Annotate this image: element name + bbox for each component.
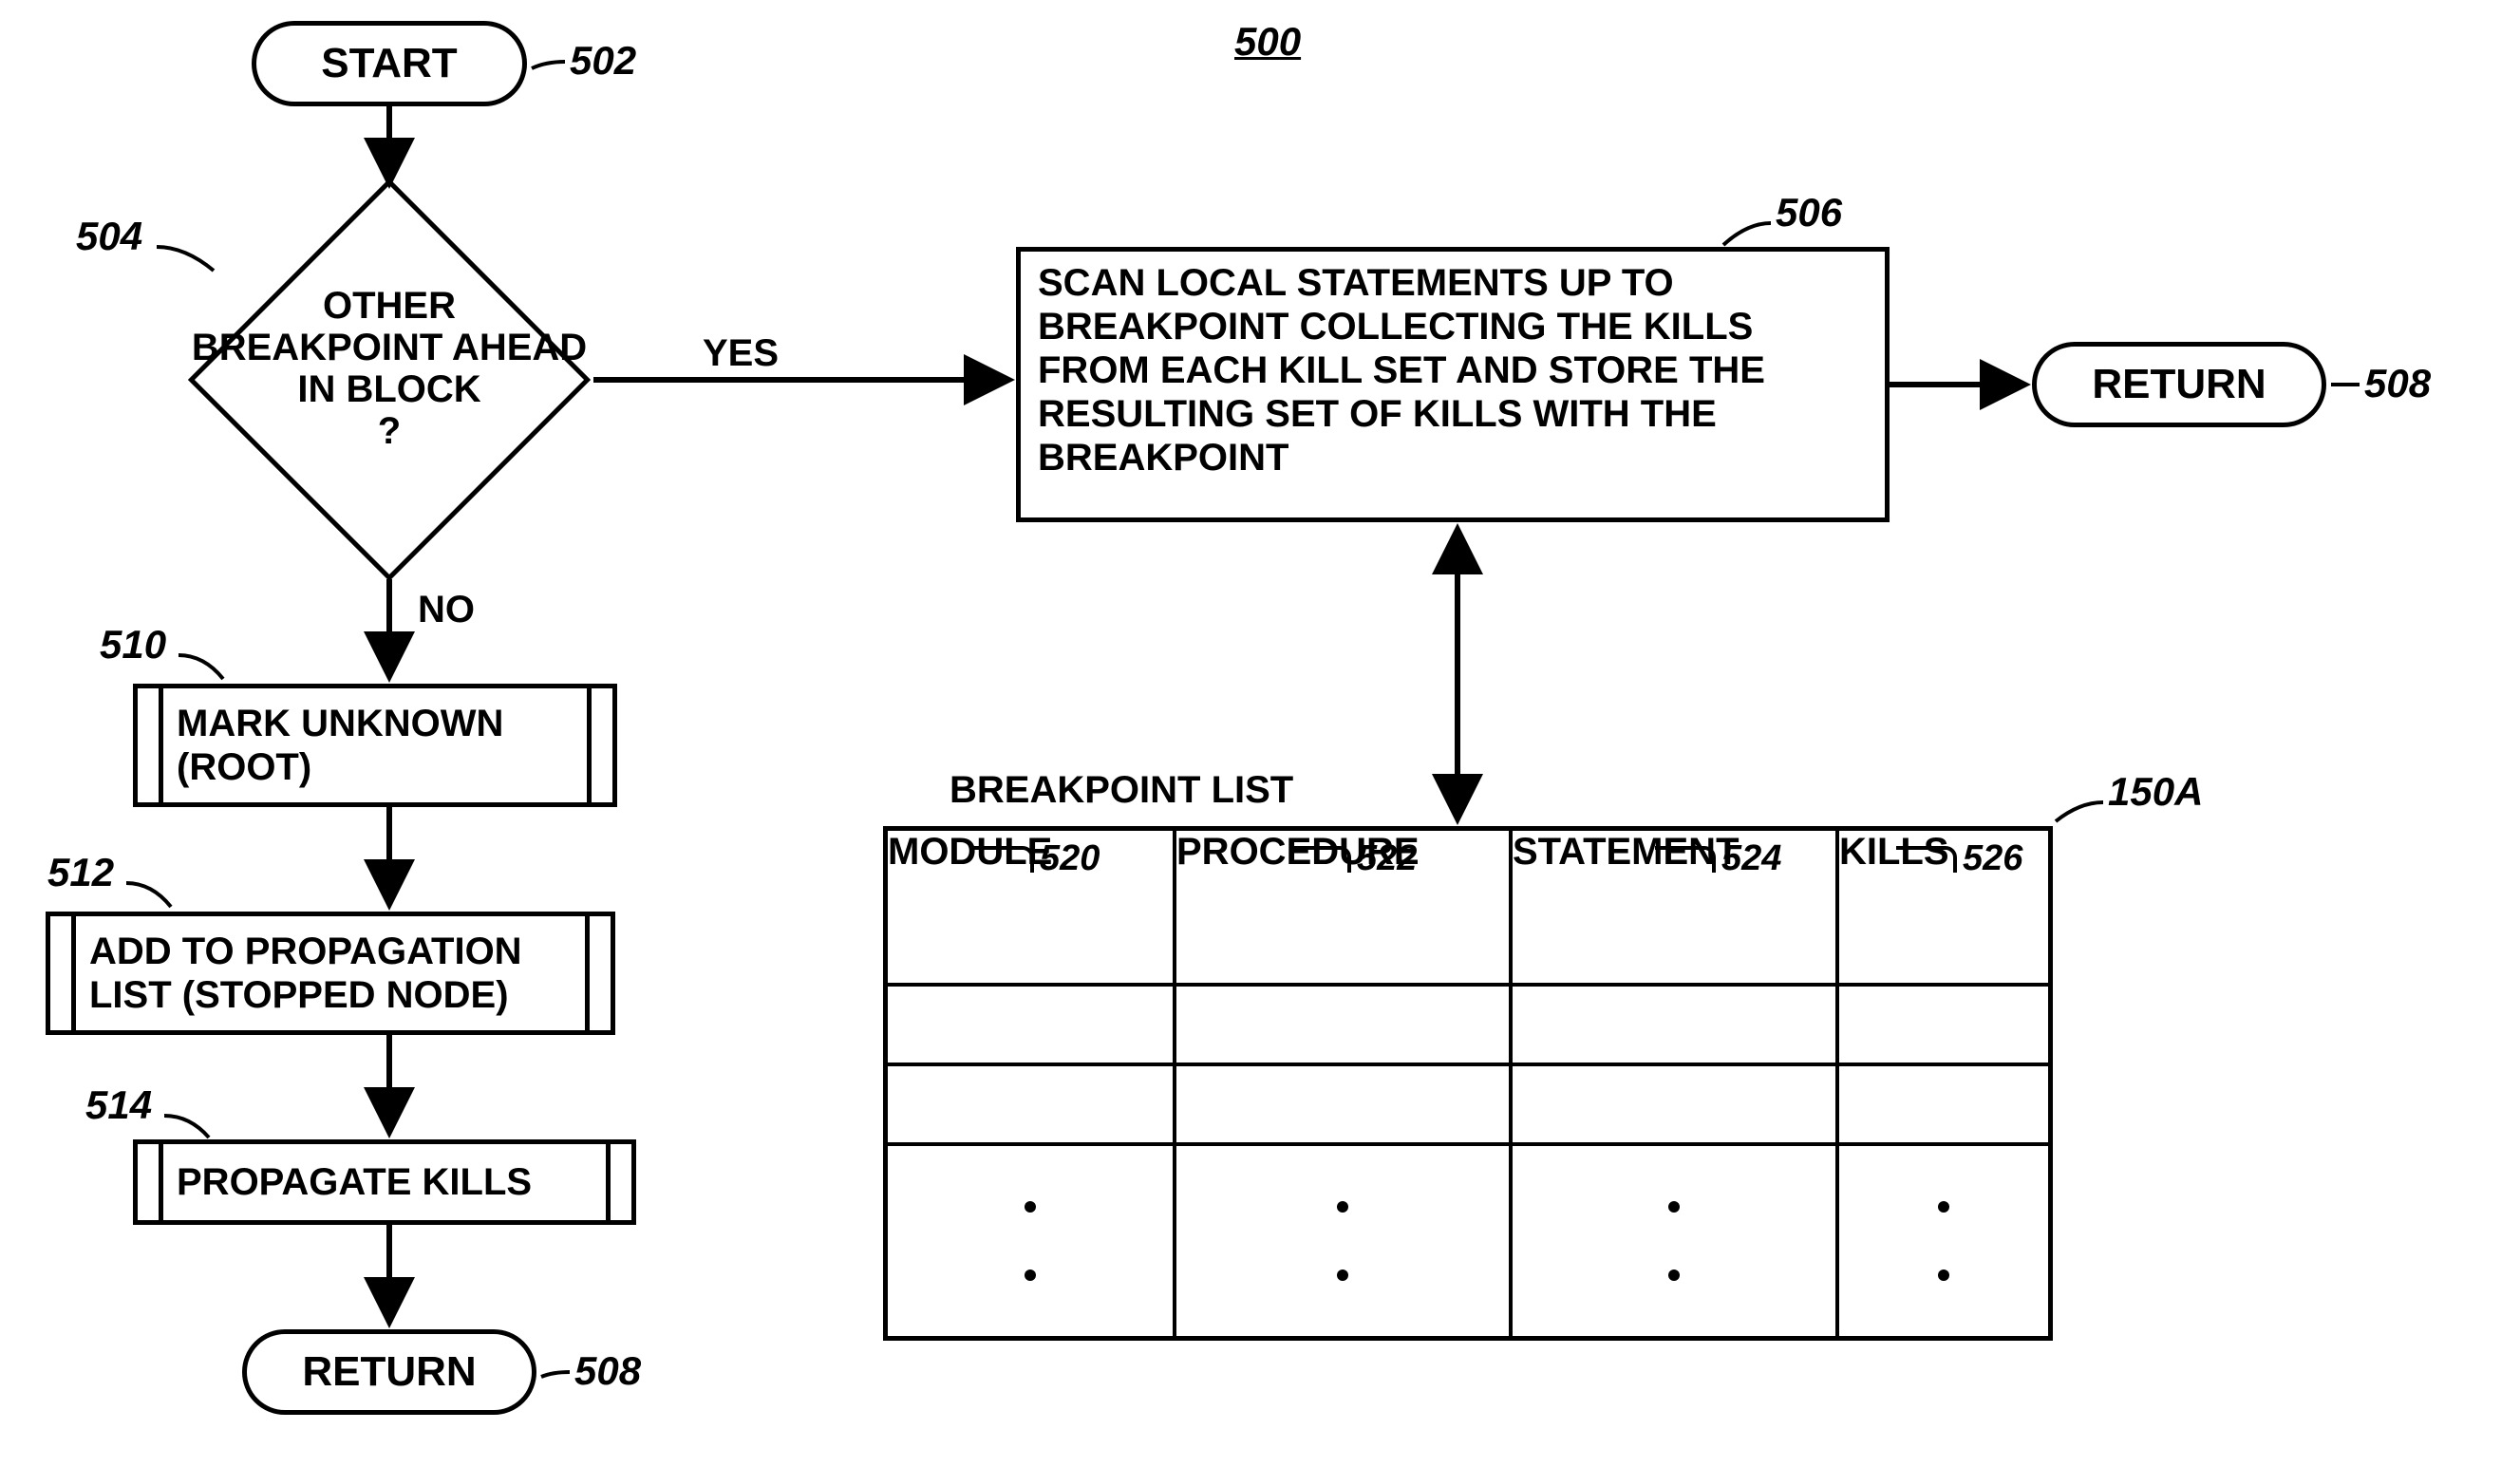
table-continuation-row — [886, 1144, 2051, 1339]
mark-unknown-text: MARK UNKNOWN (ROOT) — [159, 688, 592, 802]
mark-unknown-node: MARK UNKNOWN (ROOT) — [133, 684, 617, 807]
col-statement: 524 STATEMENT — [1511, 829, 1837, 986]
propagate-ref: 514 — [85, 1082, 152, 1128]
propagate-node: PROPAGATE KILLS — [133, 1139, 636, 1225]
col-kills: 526 KILLS — [1837, 829, 2051, 986]
col-module: 520 MODULE — [886, 829, 1175, 986]
return-top-label: RETURN — [2092, 361, 2266, 408]
return-bottom-ref: 508 — [574, 1348, 641, 1394]
decision-ref: 504 — [76, 214, 142, 259]
table-header-row: 520 MODULE 522 PROCEDURE 524 STATEMENT 5… — [886, 829, 2051, 986]
table-ref: 150A — [2108, 769, 2203, 815]
return-bottom-node: RETURN — [242, 1329, 536, 1415]
scan-node: SCAN LOCAL STATEMENTS UP TO BREAKPOINT C… — [1016, 247, 1890, 522]
col-procedure: 522 PROCEDURE — [1175, 829, 1511, 986]
propagate-text: PROPAGATE KILLS — [159, 1144, 611, 1220]
edge-yes: YES — [703, 332, 779, 375]
add-propagation-node: ADD TO PROPAGATION LIST (STOPPED NODE) — [46, 912, 615, 1035]
decision-text: OTHERBREAKPOINT AHEADIN BLOCK? — [190, 285, 589, 452]
edge-no: NO — [418, 589, 475, 631]
add-propagation-text: ADD TO PROPAGATION LIST (STOPPED NODE) — [71, 916, 590, 1030]
start-label: START — [321, 40, 457, 87]
add-propagation-ref: 512 — [47, 850, 114, 895]
return-top-ref: 508 — [2364, 361, 2431, 406]
table-title: BREAKPOINT LIST — [950, 769, 1293, 812]
table-row — [886, 1064, 2051, 1144]
figure-ref: 500 — [1234, 19, 1301, 65]
scan-ref: 506 — [1776, 190, 1842, 235]
table-row — [886, 985, 2051, 1064]
return-top-node: RETURN — [2032, 342, 2326, 427]
return-bottom-label: RETURN — [302, 1348, 476, 1396]
mark-unknown-ref: 510 — [100, 622, 166, 668]
breakpoint-table: 520 MODULE 522 PROCEDURE 524 STATEMENT 5… — [883, 826, 2053, 1341]
start-node: START — [252, 21, 527, 106]
start-ref: 502 — [570, 38, 636, 84]
flowchart-figure: 500 START 502 OTHERBREAKPOINT AHEADIN BL… — [0, 0, 2520, 1467]
